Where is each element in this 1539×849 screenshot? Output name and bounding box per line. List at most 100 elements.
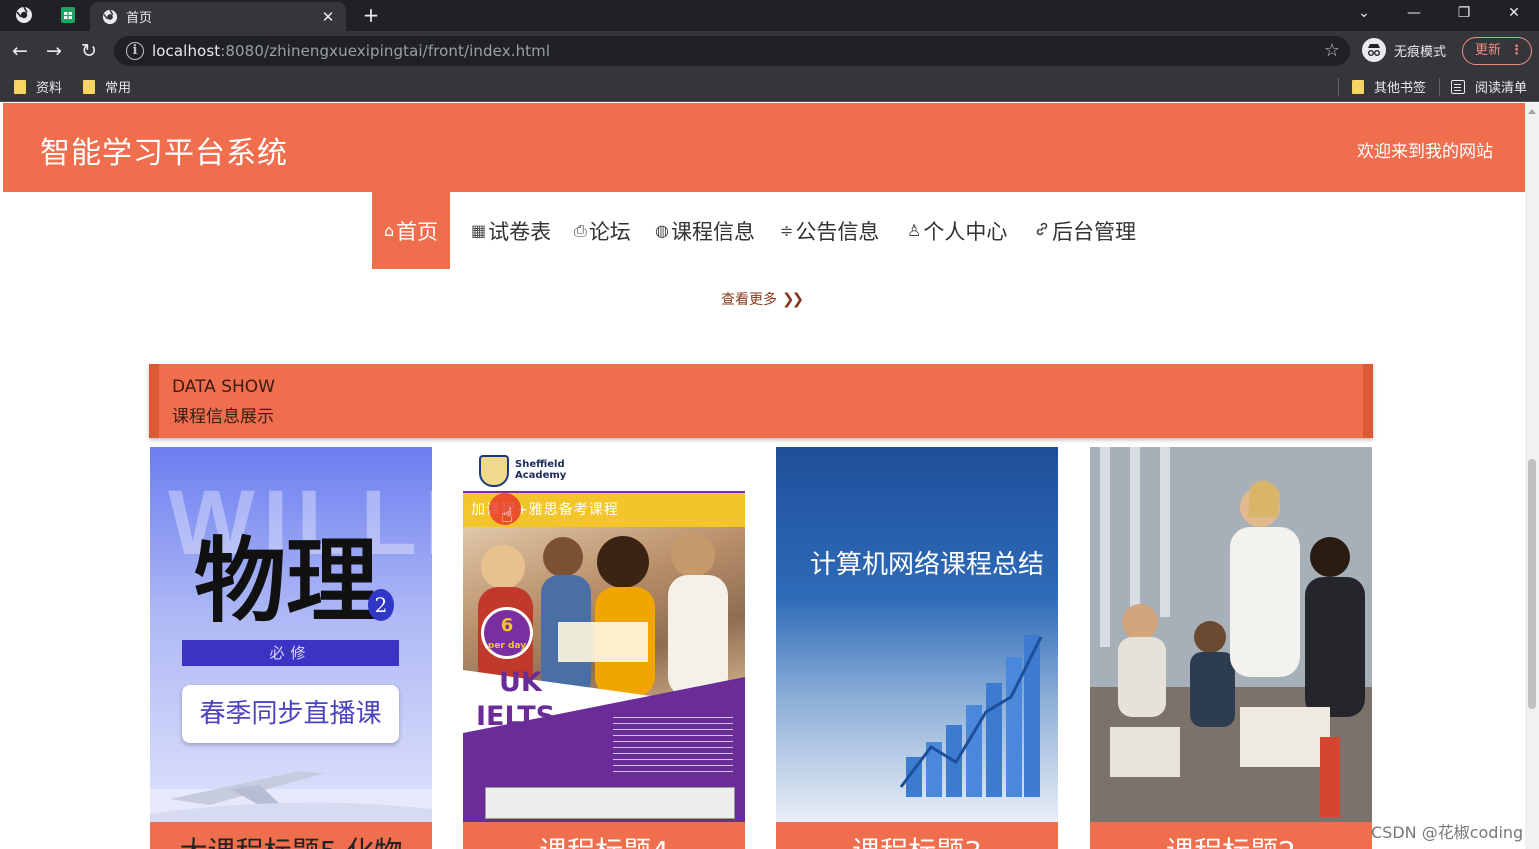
nav-item-forum[interactable]: ⎙ 论坛 <box>574 192 631 269</box>
nav-label: 课程信息 <box>670 219 755 244</box>
scroll-thumb[interactable] <box>1528 459 1536 709</box>
update-button[interactable]: 更新 ⋮ <box>1462 37 1532 65</box>
hours-badge: 6 per day <box>481 607 533 659</box>
tab-search-icon[interactable]: ⌄ <box>1339 0 1389 31</box>
course-title: 大课程标题5 化物 <box>150 830 432 849</box>
double-chevron-right-icon: ❯❯ <box>782 290 804 308</box>
nav-item-home[interactable]: ⌂ 首页 <box>372 192 451 269</box>
course-title-bar[interactable]: 课程标题2 <box>1090 822 1372 849</box>
restore-icon[interactable]: ❐ <box>1439 0 1489 31</box>
ielts-text: IELTS <box>476 701 556 732</box>
course-title: 课程标题4 <box>463 830 745 849</box>
bookmark-star-icon[interactable]: ☆ <box>1324 40 1340 61</box>
nav-label: 试卷表 <box>488 219 552 244</box>
back-icon[interactable]: ← <box>6 37 34 65</box>
course-title: 课程标题2 <box>1090 830 1372 849</box>
nav-label: 个人中心 <box>923 219 1008 244</box>
folder-icon <box>1352 79 1364 94</box>
pinned-tab-chrome[interactable] <box>4 3 44 27</box>
folder-icon <box>83 79 95 94</box>
bookmark-label: 资料 <box>36 81 63 96</box>
nav-label: 后台管理 <box>1052 219 1136 244</box>
folder-icon <box>14 79 26 94</box>
course-image[interactable]: Sheffield Academy 加课程+雅思备考课程 6 per day U… <box>463 447 745 822</box>
image-main-text: 物理 <box>194 527 379 635</box>
course-title-bar[interactable]: 课程标题4 <box>463 822 745 849</box>
sliders-icon: ≑ <box>780 221 794 240</box>
tab-title: 首页 <box>126 11 153 26</box>
course-card[interactable]: WILLI 物理 2 必修 春季同步直播课 大课程标题5 化物 <box>150 447 432 849</box>
nav-item-exams[interactable]: ▦ 试卷表 <box>471 192 551 269</box>
section-header: DATA SHOW 课程信息展示 <box>149 364 1373 438</box>
welcome-text: 欢迎来到我的网站 <box>1357 142 1493 162</box>
course-title-bar[interactable]: 大课程标题5 化物 <box>150 822 432 849</box>
chrome-icon <box>102 9 118 24</box>
schedule-table <box>485 787 735 819</box>
bookmark-separator <box>1338 78 1339 96</box>
course-title-bar[interactable]: 课程标题3 <box>776 822 1058 849</box>
active-tab[interactable]: 首页 ✕ <box>90 2 346 31</box>
close-tab-icon[interactable]: ✕ <box>316 8 340 26</box>
link-icon <box>1034 221 1050 241</box>
nav-item-admin[interactable]: 后台管理 <box>1034 192 1136 269</box>
course-card[interactable]: 计算机网络课程总结 课程标题3 <box>776 447 1058 849</box>
user-icon: ♙ <box>907 221 922 240</box>
course-card[interactable]: 课程标题2 <box>1090 447 1372 849</box>
academy-brand: Sheffield Academy <box>515 459 567 481</box>
uk-text: UK <box>499 667 542 698</box>
course-image[interactable] <box>1090 447 1372 822</box>
course-image[interactable]: 计算机网络课程总结 <box>776 447 1058 822</box>
incognito-indicator[interactable]: 无痕模式 <box>1362 38 1446 62</box>
close-window-icon[interactable]: ✕ <box>1489 0 1539 31</box>
site-title: 智能学习平台系统 <box>40 136 288 171</box>
url-text: localhost:8080/zhinengxuexipingtai/front… <box>152 42 551 60</box>
reading-list[interactable]: 阅读清单 <box>1451 77 1527 96</box>
browser-toolbar: ← → ↻ i localhost:8080/zhinengxuexipingt… <box>0 31 1539 71</box>
airplane-illustration <box>150 771 432 822</box>
section-title-en: DATA SHOW <box>172 377 275 397</box>
new-tab-button[interactable]: + <box>358 2 384 28</box>
main-nav: ⌂ 首页 ▦ 试卷表 ⎙ 论坛 ◍ 课程信息 ≑ 公告信息 ♙ 个人中心 后台管… <box>3 192 1525 269</box>
image-title-text: 计算机网络课程总结 <box>810 550 1045 580</box>
course-title: 课程标题3 <box>776 830 1058 849</box>
course-image[interactable]: WILLI 物理 2 必修 春季同步直播课 <box>150 447 432 822</box>
nav-item-courses[interactable]: ◍ 课程信息 <box>655 192 755 269</box>
window-controls: ⌄ — ❐ ✕ <box>1339 0 1539 31</box>
image-band-text: 必修 <box>182 640 399 666</box>
bookmarks-bar: 资料 常用 其他书签 阅读清单 <box>0 71 1539 102</box>
printer-icon: ⎙ <box>574 220 587 240</box>
sheets-icon <box>61 7 75 23</box>
scroll-up-icon[interactable] <box>1528 109 1536 114</box>
site-header: 智能学习平台系统 欢迎来到我的网站 <box>3 103 1525 192</box>
bookmark-folder-changyong[interactable]: 常用 <box>83 77 131 96</box>
incognito-label: 无痕模式 <box>1394 44 1447 60</box>
pinned-tab-sheets[interactable] <box>48 3 88 27</box>
nav-label: 论坛 <box>588 219 631 244</box>
minimize-icon[interactable]: — <box>1389 0 1439 31</box>
view-more-link[interactable]: 查看更多 ❯❯ <box>721 289 804 309</box>
growth-chart-illustration <box>899 635 1043 797</box>
forward-icon[interactable]: → <box>40 37 68 65</box>
classroom-photo <box>1090 447 1372 822</box>
academy-crest-icon <box>479 455 509 487</box>
page-scrollbar[interactable] <box>1525 103 1539 849</box>
menu-dots-icon[interactable]: ⋮ <box>1510 38 1523 63</box>
image-number: 2 <box>368 589 394 621</box>
reload-icon[interactable]: ↻ <box>75 37 103 65</box>
other-bookmarks[interactable]: 其他书签 <box>1352 77 1426 96</box>
nav-item-notices[interactable]: ≑ 公告信息 <box>780 192 879 269</box>
site-info-icon[interactable]: i <box>126 42 144 60</box>
bookmark-folder-ziliao[interactable]: 资料 <box>14 77 62 96</box>
incognito-icon <box>1362 38 1386 62</box>
page-viewport: 智能学习平台系统 欢迎来到我的网站 ⌂ 首页 ▦ 试卷表 ⎙ 论坛 ◍ 课程信息… <box>3 103 1525 849</box>
csdn-watermark: CSDN @花椒coding <box>1371 823 1524 842</box>
grid-icon: ▦ <box>471 221 487 240</box>
hand-cursor-icon: ☝ <box>501 503 514 527</box>
address-bar[interactable]: i localhost:8080/zhinengxuexipingtai/fro… <box>114 36 1350 66</box>
update-label: 更新 <box>1475 43 1502 58</box>
nav-label: 公告信息 <box>795 219 880 244</box>
home-icon: ⌂ <box>384 221 395 240</box>
nav-item-profile[interactable]: ♙ 个人中心 <box>907 192 1007 269</box>
course-card[interactable]: Sheffield Academy 加课程+雅思备考课程 6 per day U… <box>463 447 745 849</box>
text-lines <box>613 717 733 777</box>
